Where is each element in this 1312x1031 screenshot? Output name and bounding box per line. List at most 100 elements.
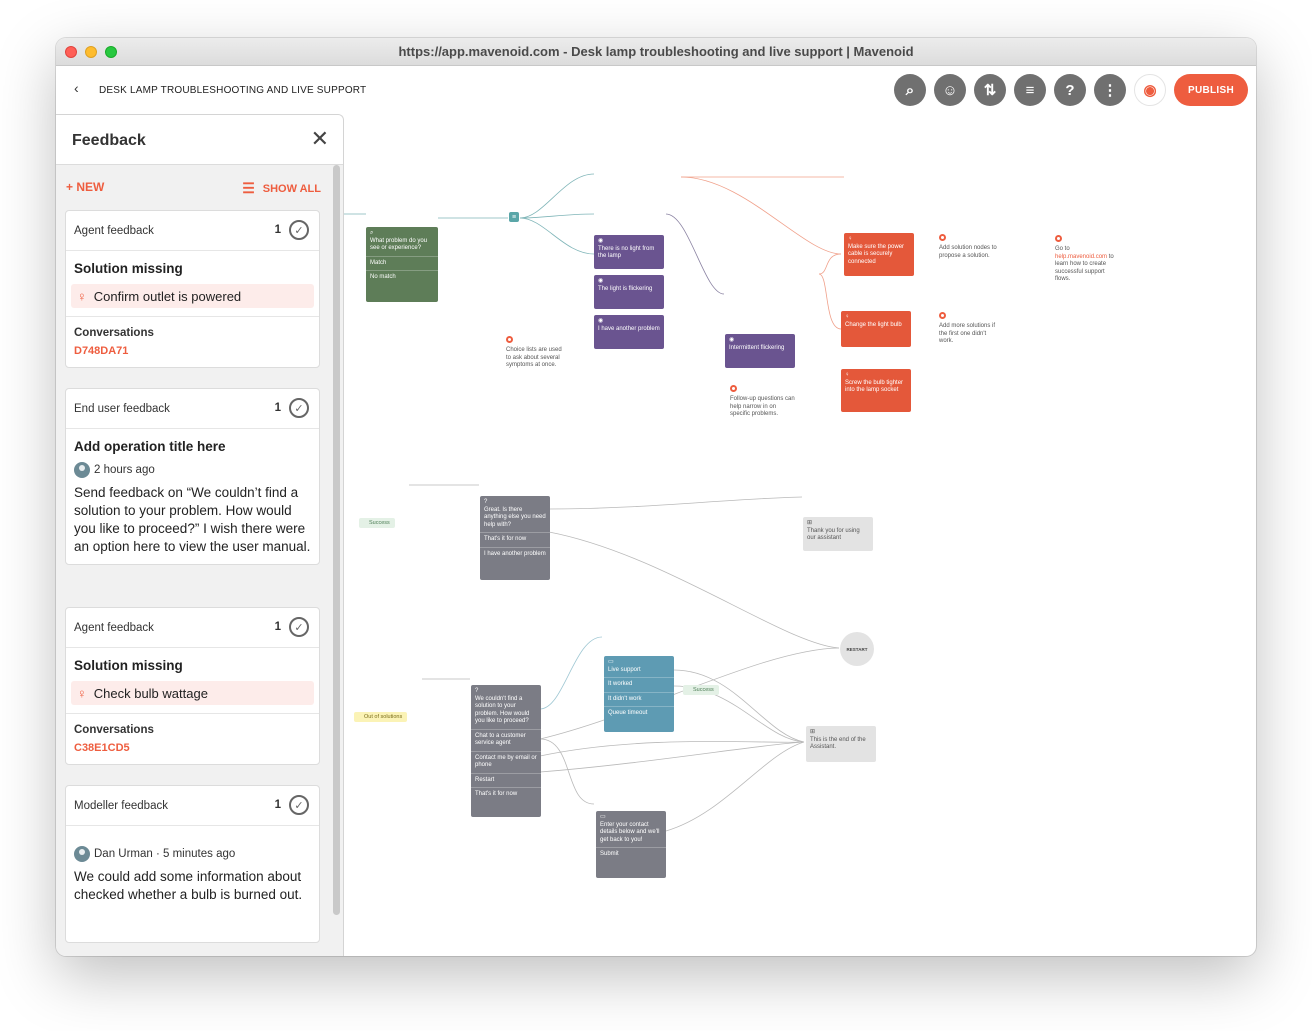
node-text: We couldn't find a solution to your prob… bbox=[475, 695, 530, 725]
answer-row[interactable]: Restart bbox=[471, 772, 541, 788]
conversations-label: Conversations bbox=[74, 327, 154, 339]
feedback-card[interactable]: Agent feedback 1 ✓ Solution missing ♀ Ch… bbox=[65, 607, 320, 765]
close-window-button[interactable] bbox=[65, 46, 77, 58]
restart-node[interactable]: RESTART bbox=[840, 632, 874, 666]
contact-node[interactable]: ▭ Enter your contact details below and we… bbox=[596, 811, 666, 878]
answer-row[interactable]: That's it for now bbox=[480, 532, 550, 547]
eye-icon: ◉ bbox=[729, 337, 735, 343]
new-feedback-button[interactable]: + NEW bbox=[66, 180, 104, 194]
answer-row[interactable]: I have another problem bbox=[480, 546, 550, 562]
feedback-card[interactable]: Agent feedback 1 ✓ Solution missing ♀ Co… bbox=[65, 210, 320, 368]
feedback-count: 1 bbox=[274, 224, 281, 236]
feedback-title: Solution missing bbox=[74, 658, 183, 673]
symptom-node[interactable]: ◉ The light is flickering bbox=[594, 275, 664, 309]
show-all-label: SHOW ALL bbox=[262, 182, 321, 195]
question-icon: ? bbox=[484, 499, 488, 505]
conversation-link[interactable]: D748DA71 bbox=[74, 345, 311, 357]
agent-icon[interactable]: ☺ bbox=[934, 74, 966, 106]
end-node[interactable]: ⊞ This is the end of the Assistant. bbox=[806, 726, 876, 762]
close-icon[interactable]: ✕ bbox=[311, 126, 329, 152]
answer-row[interactable]: That's it for now bbox=[471, 787, 541, 802]
resolve-check-icon[interactable]: ✓ bbox=[289, 617, 309, 637]
more-icon[interactable]: ⋮ bbox=[1094, 74, 1126, 106]
note-text: Add more solutions if the first one didn… bbox=[939, 323, 996, 344]
sliders-icon[interactable]: ≡ bbox=[1014, 74, 1046, 106]
success-chip[interactable]: Success bbox=[683, 685, 719, 695]
answer-row[interactable]: Match bbox=[366, 255, 438, 271]
resolve-check-icon[interactable]: ✓ bbox=[289, 398, 309, 418]
answer-row[interactable]: Queue timeout bbox=[604, 706, 674, 721]
node-text: Enter your contact details below and we'… bbox=[600, 821, 660, 843]
annotation-note[interactable]: Follow-up questions can help narrow in o… bbox=[730, 385, 795, 419]
node-text: Make sure the power cable is securely co… bbox=[848, 243, 905, 265]
symptom-node[interactable]: ◉ Intermittent flickering bbox=[725, 334, 795, 368]
flow-title-breadcrumb[interactable]: DESK LAMP TROUBLESHOOTING AND LIVE SUPPO… bbox=[99, 85, 366, 96]
success-chip[interactable]: Success bbox=[359, 518, 395, 528]
node-text: The light is flickering bbox=[598, 285, 653, 292]
annotation-note[interactable]: Go to help.mavenoid.com to learn how to … bbox=[1055, 235, 1120, 284]
publish-button[interactable]: PUBLISH bbox=[1174, 74, 1248, 106]
note-text: Add solution nodes to propose a solution… bbox=[939, 245, 997, 259]
answer-row[interactable]: It worked bbox=[604, 677, 674, 692]
node-text: Intermittent flickering bbox=[729, 344, 785, 351]
note-icon bbox=[939, 312, 946, 319]
end-node[interactable]: ⊞ Thank you for using our assistant bbox=[803, 517, 873, 551]
answer-row[interactable]: Contact me by email or phone bbox=[471, 750, 541, 773]
question-node[interactable]: ? Great. Is there anything else you need … bbox=[480, 496, 550, 580]
answer-row[interactable]: No match bbox=[366, 270, 438, 285]
annotation-note[interactable]: Choice lists are used to ask about sever… bbox=[506, 336, 566, 370]
toolbar: ⌕ ☺ ⇅ ≡ ? ⋮ ◉ PUBLISH bbox=[894, 74, 1248, 106]
conversations-label: Conversations bbox=[74, 724, 154, 736]
filter-icon: ☰ bbox=[242, 180, 255, 196]
question-icon: ? bbox=[475, 688, 479, 694]
avatar bbox=[74, 846, 90, 862]
feedback-count: 1 bbox=[274, 621, 281, 633]
flow-canvas[interactable]: ⌕ What problem do you see or experience? … bbox=[344, 114, 1256, 956]
symptom-node[interactable]: ◉ There is no light from the lamp bbox=[594, 235, 664, 269]
feedback-title: Add operation title here bbox=[74, 439, 226, 454]
end-icon: ⊞ bbox=[807, 520, 813, 526]
search-icon[interactable]: ⌕ bbox=[894, 74, 926, 106]
note-icon bbox=[506, 336, 513, 343]
title-bar: https://app.mavenoid.com - Desk lamp tro… bbox=[56, 38, 1256, 66]
chat-icon: ▭ bbox=[600, 814, 606, 820]
conversation-link[interactable]: C38E1CD5 bbox=[74, 742, 311, 754]
feedback-meta: Dan Urman · 5 minutes ago bbox=[94, 848, 236, 860]
help-icon[interactable]: ? bbox=[1054, 74, 1086, 106]
minimize-window-button[interactable] bbox=[85, 46, 97, 58]
solution-node[interactable]: ♀ Make sure the power cable is securely c… bbox=[844, 233, 914, 276]
eye-icon[interactable]: ◉ bbox=[1134, 74, 1166, 106]
panel-scrollbar[interactable] bbox=[333, 165, 340, 915]
help-link[interactable]: help.mavenoid.com bbox=[1055, 254, 1107, 260]
answer-row[interactable]: Chat to a customer service agent bbox=[471, 728, 541, 751]
panel-header: Feedback ✕ bbox=[56, 115, 343, 165]
feedback-message: Send feedback on “We couldn’t find a sol… bbox=[74, 485, 311, 554]
solution-pill[interactable]: ♀ Check bulb wattage bbox=[71, 681, 314, 705]
feedback-card[interactable]: End user feedback 1 ✓ Add operation titl… bbox=[65, 388, 320, 565]
zoom-window-button[interactable] bbox=[105, 46, 117, 58]
resolve-check-icon[interactable]: ✓ bbox=[289, 795, 309, 815]
solution-pill[interactable]: ♀ Confirm outlet is powered bbox=[71, 284, 314, 308]
back-chevron-left-icon[interactable]: ‹ bbox=[74, 80, 79, 96]
solution-node[interactable]: ♀ Change the light bulb bbox=[841, 311, 911, 347]
annotation-note[interactable]: Add solution nodes to propose a solution… bbox=[939, 234, 1004, 260]
solution-node[interactable]: ♀ Screw the bulb tighter into the lamp so… bbox=[841, 369, 911, 412]
question-node[interactable]: ? We couldn't find a solution to your pro… bbox=[471, 685, 541, 817]
live-support-node[interactable]: ▭ Live support It worked It didn't work Q… bbox=[604, 656, 674, 732]
question-node[interactable]: ⌕ What problem do you see or experience? … bbox=[366, 227, 438, 302]
sort-icon[interactable]: ⇅ bbox=[974, 74, 1006, 106]
show-all-button[interactable]: ☰ SHOW ALL bbox=[242, 180, 321, 197]
resolve-check-icon[interactable]: ✓ bbox=[289, 220, 309, 240]
annotation-note[interactable]: Add more solutions if the first one didn… bbox=[939, 312, 999, 346]
browser-window: https://app.mavenoid.com - Desk lamp tro… bbox=[56, 38, 1256, 956]
symptom-node[interactable]: ◉ I have another problem bbox=[594, 315, 664, 349]
node-text: Thank you for using our assistant bbox=[807, 527, 860, 542]
answer-row[interactable]: Submit bbox=[596, 847, 666, 862]
lightbulb-icon: ♀ bbox=[848, 236, 853, 242]
answer-row[interactable]: It didn't work bbox=[604, 691, 674, 707]
out-of-solutions-chip[interactable]: Out of solutions bbox=[354, 712, 408, 722]
node-text: Great. Is there anything else you need h… bbox=[484, 506, 546, 528]
feedback-card[interactable]: Modeller feedback 1 ✓ Dan Urman · 5 minu… bbox=[65, 785, 320, 943]
choice-list-icon[interactable]: ≡ bbox=[509, 212, 519, 222]
feedback-title: Solution missing bbox=[74, 261, 183, 276]
